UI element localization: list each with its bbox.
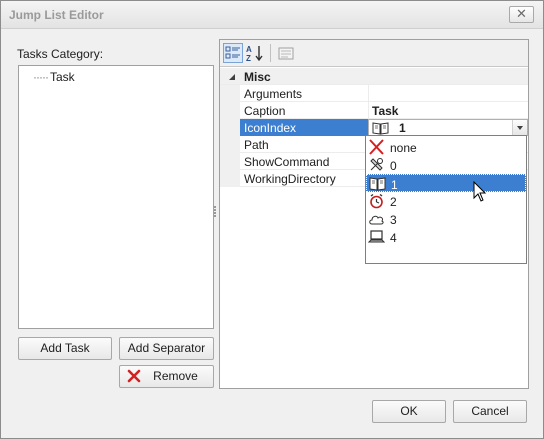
property-pages-icon [278,47,294,60]
sort-az-icon: A Z [246,45,263,63]
tree-item-label: Task [49,70,75,84]
toolbar-separator [270,44,271,62]
tasks-category-label: Tasks Category: [17,47,104,61]
categorized-icon [225,46,240,59]
property-name: WorkingDirectory [244,172,336,186]
cancel-button[interactable]: Cancel [453,400,527,423]
property-value[interactable]: Task [368,102,528,119]
property-row-arguments[interactable]: Arguments [220,85,528,102]
category-label: Misc [244,70,271,84]
combo-value: 1 [399,121,406,135]
combo-dropdown-arrow[interactable] [512,120,527,135]
cloud-icon [369,215,384,225]
dropdown-option-none[interactable]: none [366,138,526,156]
dropdown-option-2[interactable]: 2 [366,192,526,210]
property-name: IconIndex [244,121,297,135]
property-row-caption[interactable]: Caption Task [220,102,528,119]
property-name: Arguments [244,87,303,101]
splitter-handle[interactable] [214,206,217,218]
tasks-tree[interactable]: ····· Task [18,65,214,329]
remove-icon [127,369,141,383]
property-name: Path [244,138,269,152]
red-x-icon [369,139,384,155]
add-task-button[interactable]: Add Task [18,337,112,360]
property-pages-button[interactable] [276,43,296,63]
dropdown-option-0[interactable]: 0 [366,156,526,174]
window-title: Jump List Editor [9,8,104,22]
dropdown-option-3[interactable]: 3 [366,210,526,228]
category-row-misc[interactable]: Misc [220,68,528,85]
collapse-triangle-icon[interactable] [228,73,236,81]
alphabetical-view-button[interactable]: A Z [245,43,265,63]
alarm-clock-icon [370,193,383,209]
property-grid-toolbar: A Z [220,40,528,67]
iconindex-dropdown-list[interactable]: none 0 1 2 3 4 [365,135,527,264]
tree-line: ····· [33,70,49,84]
property-value[interactable] [368,85,528,102]
svg-text:Z: Z [246,54,251,63]
remove-button-label: Remove [153,369,198,383]
book-icon [372,122,389,135]
svg-text:A: A [246,45,252,54]
laptop-icon [368,230,385,243]
book-icon [369,177,386,191]
dropdown-option-4[interactable]: 4 [366,228,526,246]
add-separator-button[interactable]: Add Separator [119,337,214,360]
categorized-view-button[interactable] [223,43,243,63]
property-name: ShowCommand [244,155,330,169]
jump-list-editor-window: Jump List Editor ✕ Tasks Category: ·····… [0,0,544,439]
remove-button[interactable]: Remove [119,365,214,388]
iconindex-combo[interactable]: 1 [368,119,528,136]
tree-item-task[interactable]: ····· Task [33,70,75,84]
close-button[interactable]: ✕ [509,6,534,23]
mouse-cursor-icon [473,181,487,202]
property-row-iconindex[interactable]: IconIndex 1 [220,119,528,136]
ok-button[interactable]: OK [372,400,446,423]
tools-icon [370,158,383,171]
property-name: Caption [244,104,286,118]
title-bar: Jump List Editor ✕ [1,1,543,29]
dropdown-option-1[interactable]: 1 [366,174,526,192]
